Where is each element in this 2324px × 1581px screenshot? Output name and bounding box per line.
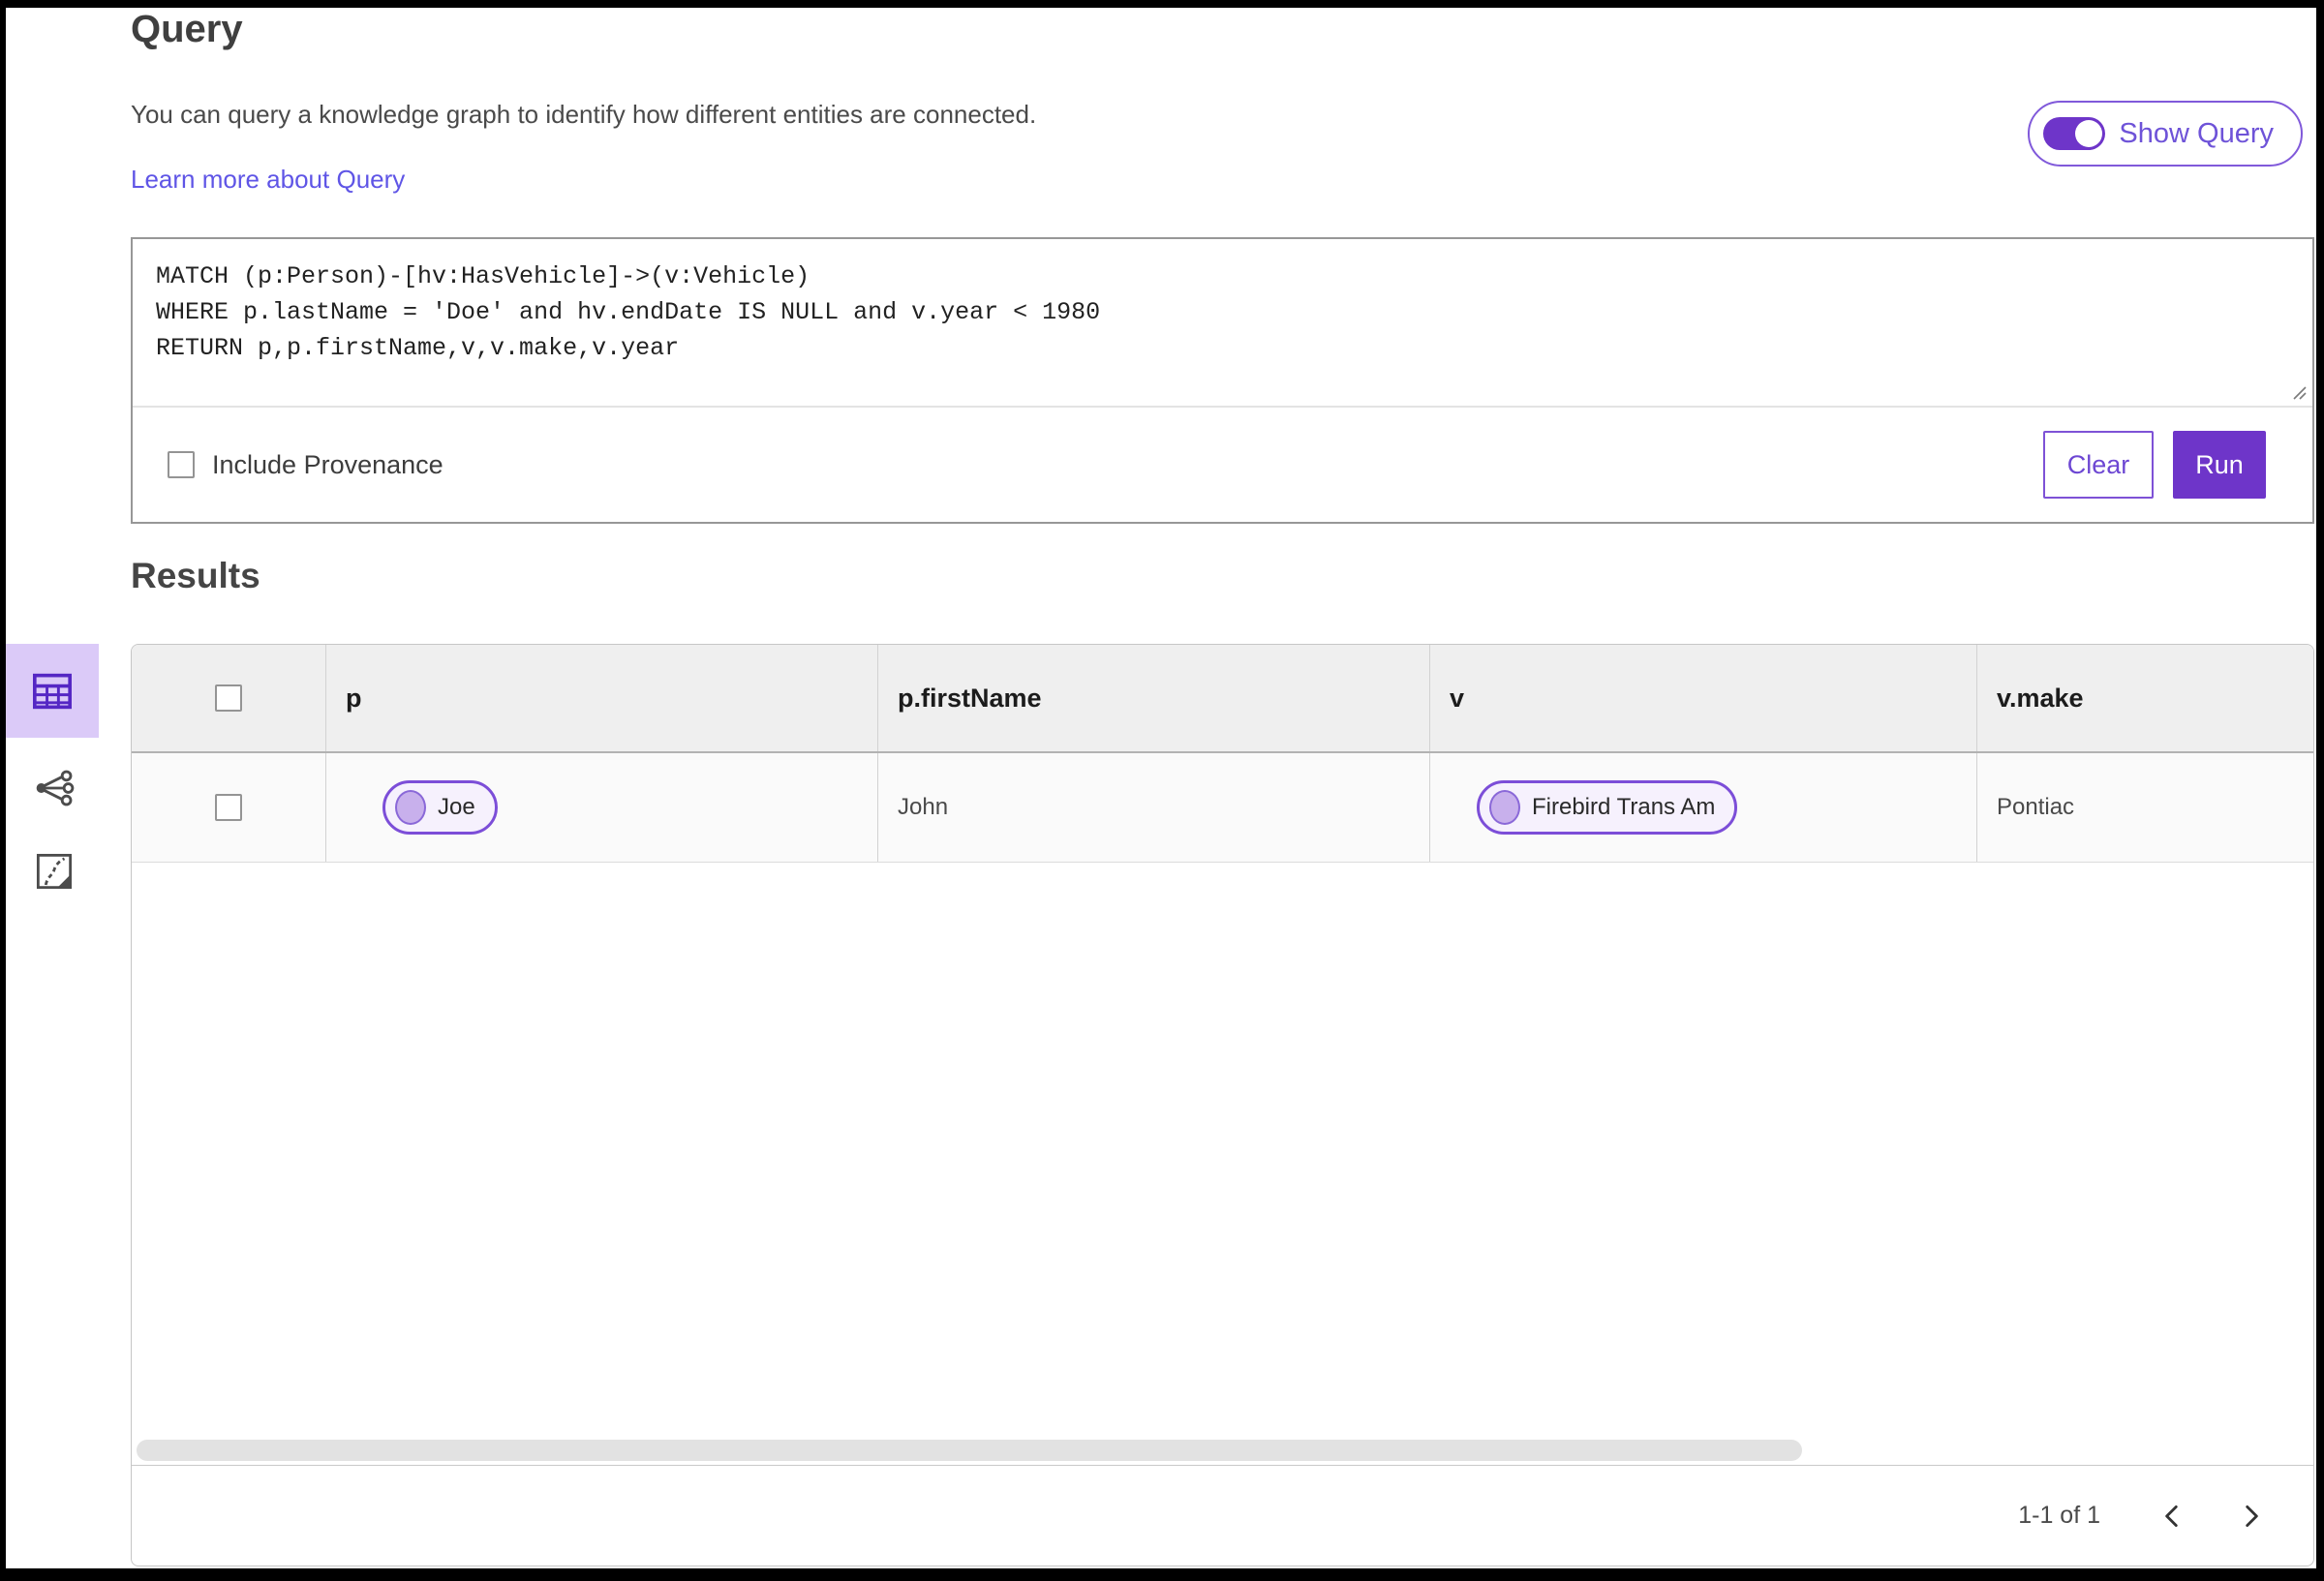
row-cell-v-make: Pontiac: [1976, 753, 2313, 862]
toggle-on-icon[interactable]: [2043, 117, 2106, 150]
header-checkbox-cell: [132, 645, 325, 751]
page-title: Query: [131, 8, 243, 50]
table-empty-area: [132, 863, 2313, 1465]
entity-label: Firebird Trans Am: [1532, 794, 1716, 820]
resize-handle-icon[interactable]: [2289, 382, 2309, 402]
run-button[interactable]: Run: [2173, 431, 2266, 499]
view-network-button[interactable]: [27, 761, 81, 815]
row-select-checkbox[interactable]: [215, 794, 242, 821]
include-provenance-checkbox[interactable]: [168, 451, 195, 478]
column-header-p-firstname[interactable]: p.firstName: [877, 645, 1429, 751]
column-header-p[interactable]: p: [325, 645, 877, 751]
query-actions-bar: Include Provenance Clear Run: [133, 408, 2312, 522]
row-cell-p: Joe: [325, 753, 877, 862]
table-row: Joe John Firebird Trans Am Pontiac: [132, 753, 2313, 863]
select-all-checkbox[interactable]: [215, 684, 242, 712]
show-query-label: Show Query: [2119, 117, 2274, 149]
row-cell-v: Firebird Trans Am: [1429, 753, 1976, 862]
query-description: You can query a knowledge graph to ident…: [131, 100, 1037, 129]
show-query-toggle[interactable]: Show Query: [2028, 101, 2303, 167]
table-header-row: p p.firstName v v.make: [132, 645, 2313, 753]
horizontal-scrollbar[interactable]: [137, 1440, 1802, 1461]
table-footer: 1-1 of 1: [132, 1465, 2313, 1566]
entity-dot-icon: [395, 790, 426, 825]
results-title: Results: [131, 556, 260, 595]
cell-value: Pontiac: [1997, 794, 2075, 820]
pagination-range-label: 1-1 of 1: [2018, 1502, 2100, 1529]
vehicle-entity-pill[interactable]: Firebird Trans Am: [1477, 780, 1738, 835]
app-page: Query You can query a knowledge graph to…: [6, 8, 2316, 1568]
query-editor-wrap: MATCH (p:Person)-[hv:HasVehicle]->(v:Veh…: [133, 239, 2312, 408]
network-view-icon: [36, 770, 75, 806]
include-provenance-label: Include Provenance: [212, 449, 443, 479]
view-map-button[interactable]: [27, 844, 81, 898]
column-header-v[interactable]: v: [1429, 645, 1976, 751]
chevron-left-icon: [2165, 1505, 2178, 1527]
person-entity-pill[interactable]: Joe: [382, 780, 498, 835]
column-label: p: [346, 683, 362, 713]
map-view-icon: [36, 853, 73, 890]
row-cell-p-firstname: John: [877, 753, 1429, 862]
query-code-input[interactable]: MATCH (p:Person)-[hv:HasVehicle]->(v:Veh…: [133, 239, 2312, 406]
entity-dot-icon: [1489, 790, 1520, 825]
table-view-icon: [33, 673, 72, 709]
query-panel: MATCH (p:Person)-[hv:HasVehicle]->(v:Veh…: [131, 237, 2314, 524]
column-label: v.make: [1997, 683, 2084, 713]
column-label: p.firstName: [898, 683, 1042, 713]
chevron-right-icon: [2246, 1505, 2258, 1527]
clear-button[interactable]: Clear: [2043, 431, 2154, 499]
entity-label: Joe: [438, 794, 475, 820]
previous-page-button[interactable]: [2145, 1489, 2199, 1543]
column-label: v: [1450, 683, 1465, 713]
results-table: p p.firstName v v.make Joe John Firebird…: [131, 644, 2314, 1566]
toggle-knob: [2075, 120, 2103, 147]
row-checkbox-cell: [132, 753, 325, 862]
next-page-button[interactable]: [2224, 1489, 2278, 1543]
view-table-button[interactable]: [6, 644, 99, 738]
column-header-v-make[interactable]: v.make: [1976, 645, 2313, 751]
cell-value: John: [898, 794, 949, 820]
learn-more-link[interactable]: Learn more about Query: [131, 165, 405, 195]
